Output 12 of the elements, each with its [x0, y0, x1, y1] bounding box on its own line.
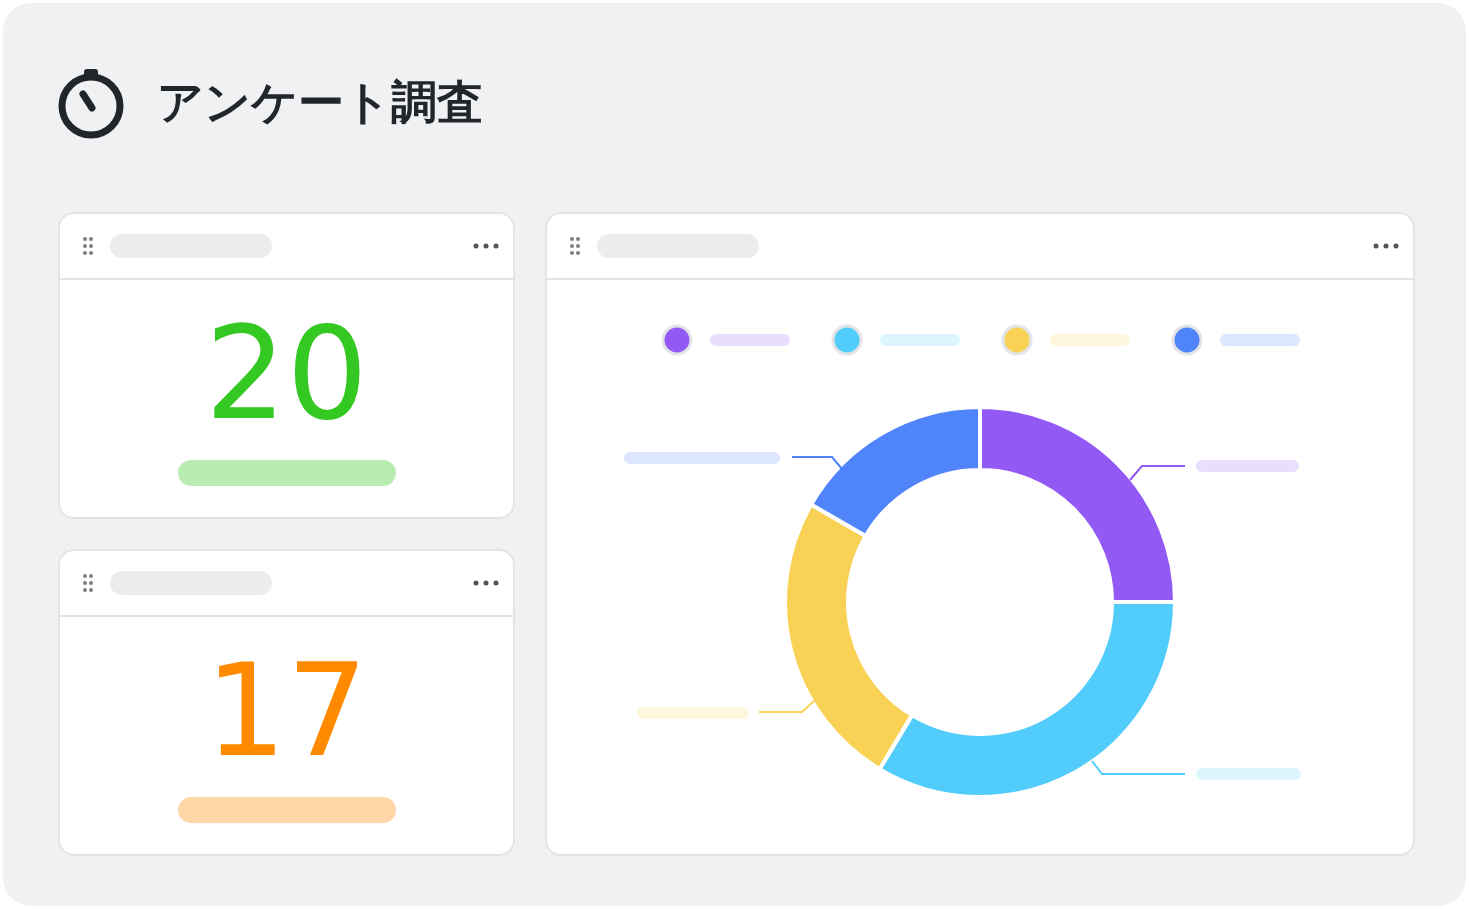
leader-line [791, 456, 843, 470]
more-icon[interactable] [473, 243, 499, 249]
drag-handle-icon[interactable] [82, 236, 94, 256]
stat-value: 17 [205, 647, 368, 775]
stat-value: 20 [205, 310, 368, 438]
drag-handle-icon[interactable] [569, 236, 581, 256]
leader-line [1129, 465, 1186, 481]
page-title: アンケート調査 [157, 74, 483, 131]
leader-line [758, 700, 815, 713]
more-icon[interactable] [1373, 243, 1399, 249]
drag-handle-icon[interactable] [82, 573, 94, 593]
more-icon[interactable] [473, 580, 499, 586]
